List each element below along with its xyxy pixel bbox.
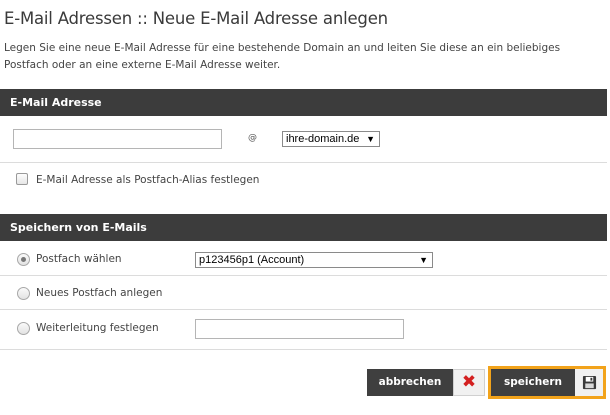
radio-label-postfach-waehlen: Postfach wählen [36, 253, 122, 265]
save-button-label: speichern [491, 369, 575, 396]
section-header-storage: Speichern von E-Mails [0, 214, 607, 241]
radio-label-neues-postfach: Neues Postfach anlegen [36, 287, 163, 299]
floppy-disk-icon[interactable] [575, 369, 603, 396]
radio-weiterleitung[interactable] [17, 322, 30, 335]
page-title: E-Mail Adressen :: Neue E-Mail Adresse a… [4, 9, 388, 28]
domain-select[interactable]: ihre-domain.de ▼ [282, 131, 380, 147]
alias-label: E-Mail Adresse als Postfach-Alias festle… [36, 174, 260, 186]
row-divider [0, 275, 607, 276]
row-divider [0, 309, 607, 310]
at-sign: @ [248, 133, 257, 143]
section-header-email: E-Mail Adresse [0, 89, 607, 116]
cancel-button[interactable]: abbrechen ✖ [367, 369, 485, 396]
close-icon[interactable]: ✖ [453, 369, 485, 396]
radio-neues-postfach[interactable] [17, 287, 30, 300]
mailbox-select[interactable]: p123456p1 (Account) ▼ [195, 252, 433, 268]
intro-text: Legen Sie eine neue E-Mail Adresse für e… [4, 42, 561, 71]
radio-postfach-waehlen[interactable] [17, 253, 30, 266]
row-divider [0, 162, 607, 163]
save-button[interactable]: speichern [491, 369, 603, 396]
save-button-highlight: speichern [488, 366, 606, 399]
chevron-down-icon: ▼ [366, 134, 375, 144]
mailbox-select-value: p123456p1 (Account) [199, 254, 305, 266]
cancel-button-label: abbrechen [367, 369, 453, 396]
radio-label-weiterleitung: Weiterleitung festlegen [36, 322, 159, 334]
alias-checkbox[interactable] [16, 173, 28, 185]
row-divider [0, 349, 607, 350]
chevron-down-icon: ▼ [419, 255, 428, 265]
domain-select-value: ihre-domain.de [286, 133, 360, 145]
forward-address-input[interactable] [195, 319, 404, 339]
email-address-input[interactable] [13, 129, 222, 149]
